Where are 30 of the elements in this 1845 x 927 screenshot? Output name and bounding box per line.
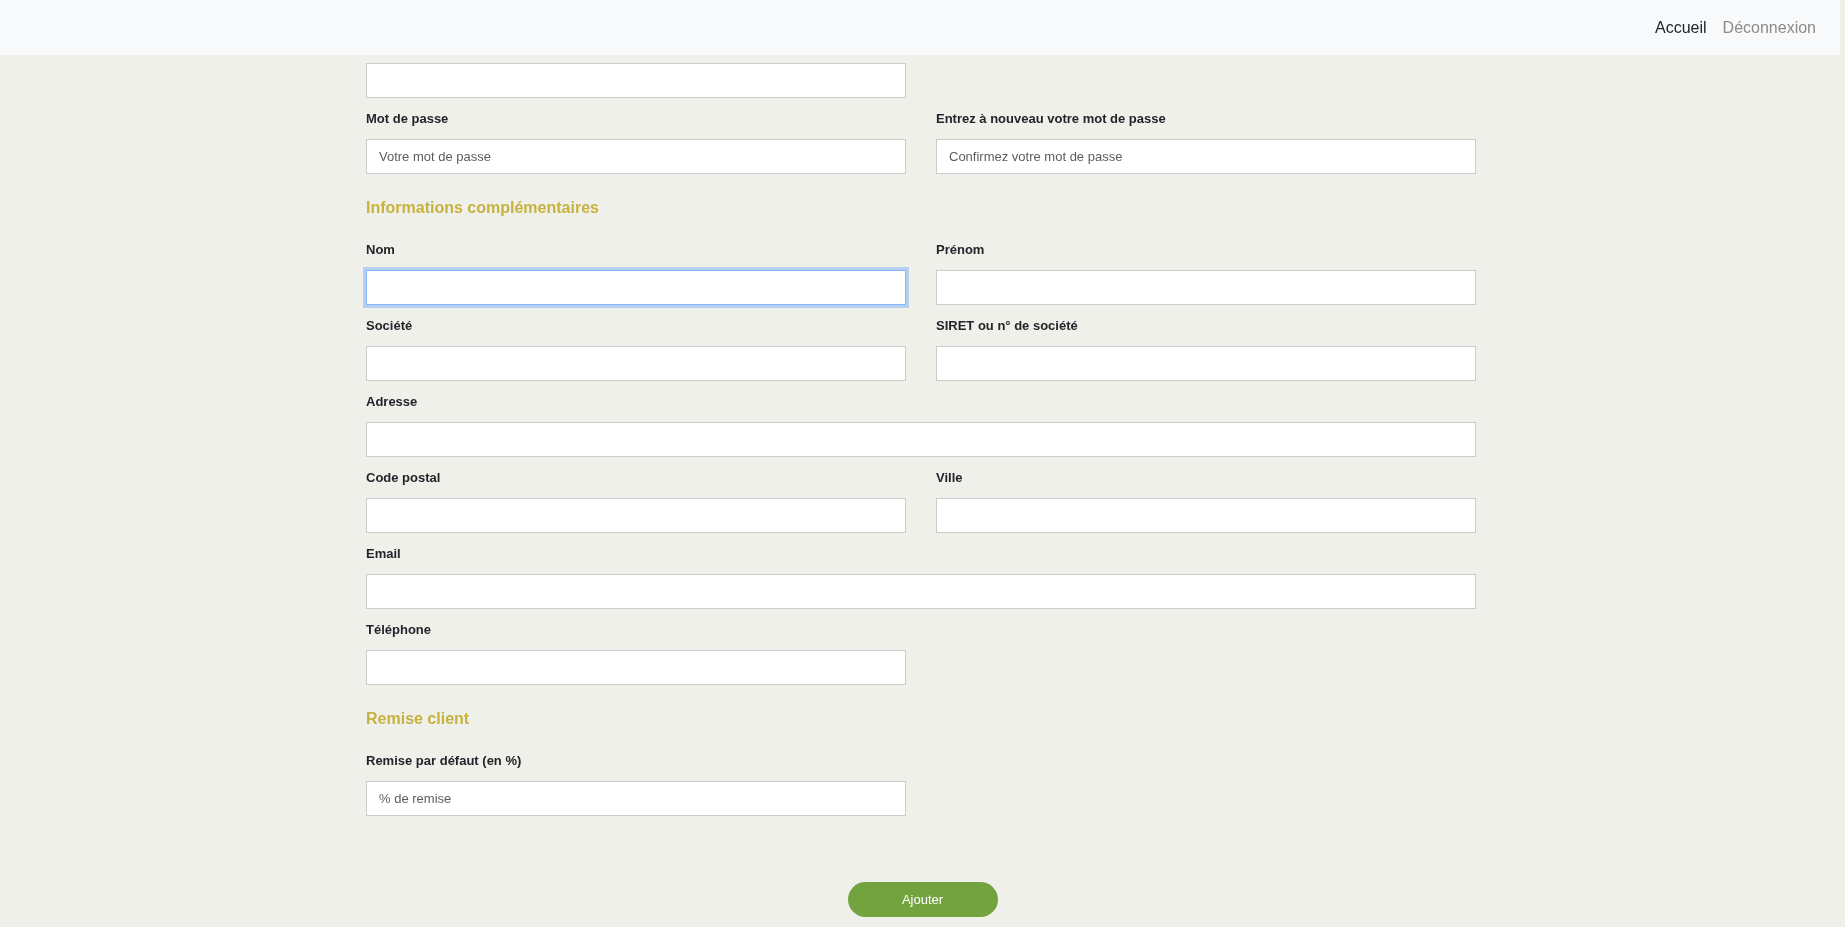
input-field[interactable]: [936, 346, 1476, 381]
number-field[interactable]: % de remise: [366, 781, 906, 816]
field-label: Société: [366, 317, 414, 335]
password-field[interactable]: Votre mot de passe: [366, 139, 906, 174]
input-field[interactable]: [936, 498, 1476, 533]
section-heading: Remise client: [366, 709, 471, 729]
field-label: Mot de passe: [366, 110, 450, 128]
field-label: Code postal: [366, 469, 442, 487]
input-field[interactable]: [366, 650, 906, 685]
nav-link[interactable]: Déconnexion: [1714, 15, 1824, 40]
field-label: Nom: [366, 241, 396, 259]
field-label: Adresse: [366, 393, 419, 411]
input-field[interactable]: [366, 422, 1476, 457]
input-field[interactable]: [366, 63, 906, 98]
section-heading: Informations complémentaires: [366, 198, 600, 218]
input-field[interactable]: [366, 574, 1476, 609]
field-label: Email: [366, 545, 402, 563]
input-field[interactable]: [366, 270, 906, 305]
field-label: Remise par défaut (en %): [366, 752, 523, 770]
input-field[interactable]: [366, 498, 906, 533]
field-label: Téléphone: [366, 621, 432, 639]
password-field[interactable]: Confirmez votre mot de passe: [936, 139, 1476, 174]
input-field[interactable]: [936, 270, 1476, 305]
field-label: SIRET ou n° de société: [936, 317, 1079, 335]
field-label: Prénom: [936, 241, 986, 259]
add-button[interactable]: Ajouter: [847, 882, 998, 917]
field-label: Entrez à nouveau votre mot de passe: [936, 110, 1167, 128]
input-field[interactable]: [366, 346, 906, 381]
nav-link[interactable]: Accueil: [1647, 15, 1715, 40]
field-label: Ville: [936, 469, 964, 487]
